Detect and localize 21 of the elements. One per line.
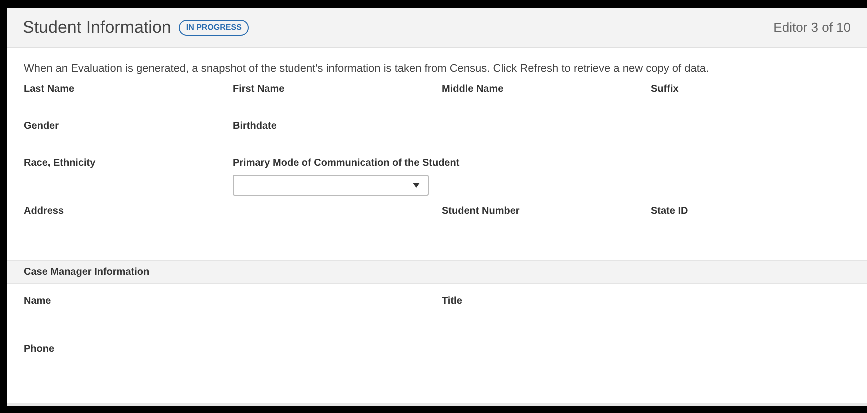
status-badge: IN PROGRESS (179, 20, 249, 36)
field-label: Middle Name (442, 84, 504, 96)
field-label: Gender (24, 121, 60, 133)
field-label: Suffix (651, 84, 679, 96)
caret-icon (413, 183, 420, 188)
section-heading: Case Manager Information (24, 266, 150, 280)
field-label: Birthdate (233, 121, 277, 133)
editor-count: Editor 3 of 10 (774, 18, 851, 37)
field-label: Primary Mode of Communication of the Student (233, 158, 460, 170)
field-label: State ID (651, 206, 688, 218)
field-label: Address (24, 206, 64, 218)
info-text: When an Evaluation is generated, a snapshot of the student's information is taken from Census. Click Refresh to retrieve a new copy of data. (24, 62, 710, 76)
field-label: Student Number (442, 206, 520, 218)
dropdown-field[interactable] (233, 175, 429, 196)
field-label: Title (442, 296, 462, 308)
field-label: First Name (233, 84, 285, 96)
field-label: Last Name (24, 84, 75, 96)
field-label: Phone (24, 344, 55, 356)
field-label: Race, Ethnicity (24, 158, 96, 170)
field-label: Name (24, 296, 52, 308)
section-title: Student Information (23, 16, 172, 39)
